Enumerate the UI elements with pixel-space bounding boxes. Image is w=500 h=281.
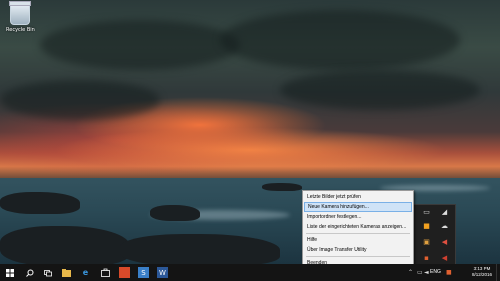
taskbar: e S W ⌃ ▭ ◄ ENG ■ 3:13 PM 8/12/2016: [0, 264, 500, 281]
app-red-icon[interactable]: [119, 267, 130, 278]
app-tray-icon-4[interactable]: ◀: [441, 255, 448, 262]
store-icon[interactable]: [100, 267, 111, 278]
menu-item-set-import-folder[interactable]: Importordner festlegen...: [303, 212, 413, 222]
show-desktop-button[interactable]: [496, 264, 500, 281]
show-hidden-icons-icon[interactable]: ⌃: [408, 269, 413, 276]
volume-taskbar-icon[interactable]: ◄: [424, 269, 429, 276]
word-icon[interactable]: W: [157, 267, 168, 278]
menu-item-help[interactable]: Hilfe: [303, 235, 413, 245]
onedrive-icon[interactable]: ☁: [441, 223, 448, 230]
file-explorer-icon[interactable]: [61, 267, 72, 278]
task-view-icon[interactable]: [42, 267, 53, 278]
app-tray-icon-3[interactable]: ▪: [423, 255, 430, 262]
network-icon[interactable]: ▭: [417, 269, 423, 276]
recycle-bin[interactable]: Recycle Bin: [6, 1, 35, 33]
battery-icon[interactable]: ▭: [423, 209, 430, 216]
app-s-icon[interactable]: S: [138, 267, 149, 278]
edge-icon[interactable]: e: [80, 267, 91, 278]
search-icon[interactable]: [24, 267, 35, 278]
menu-item-check-latest-images[interactable]: Letzte Bilder jetzt prüfen: [303, 192, 413, 202]
windows-start-icon[interactable]: [4, 267, 15, 278]
menu-item-show-cameras[interactable]: Liste der eingerichteten Kameras anzeige…: [303, 222, 413, 232]
clock-date: 8/12/2016: [471, 272, 492, 277]
clock[interactable]: 3:13 PM 8/12/2016: [472, 266, 492, 278]
app-tray-icon-2[interactable]: ▣: [423, 239, 430, 246]
app-tray-icon[interactable]: ■: [423, 223, 430, 230]
network-signal-icon[interactable]: ◢: [441, 209, 448, 216]
recycle-bin-icon: [9, 1, 31, 25]
menu-separator: [306, 256, 410, 257]
menu-item-about[interactable]: Über Image Transfer Utility: [303, 245, 413, 255]
app-tray-taskbar-icon[interactable]: ■: [446, 269, 452, 276]
recycle-bin-label: Recycle Bin: [6, 27, 35, 33]
volume-icon[interactable]: ◀: [441, 239, 448, 246]
language-indicator[interactable]: ENG: [430, 269, 441, 275]
context-menu: Letzte Bilder jetzt prüfen Neue Kamera h…: [302, 190, 414, 270]
menu-separator: [306, 233, 410, 234]
menu-item-add-new-camera[interactable]: Neue Kamera hinzufügen...: [304, 202, 412, 212]
